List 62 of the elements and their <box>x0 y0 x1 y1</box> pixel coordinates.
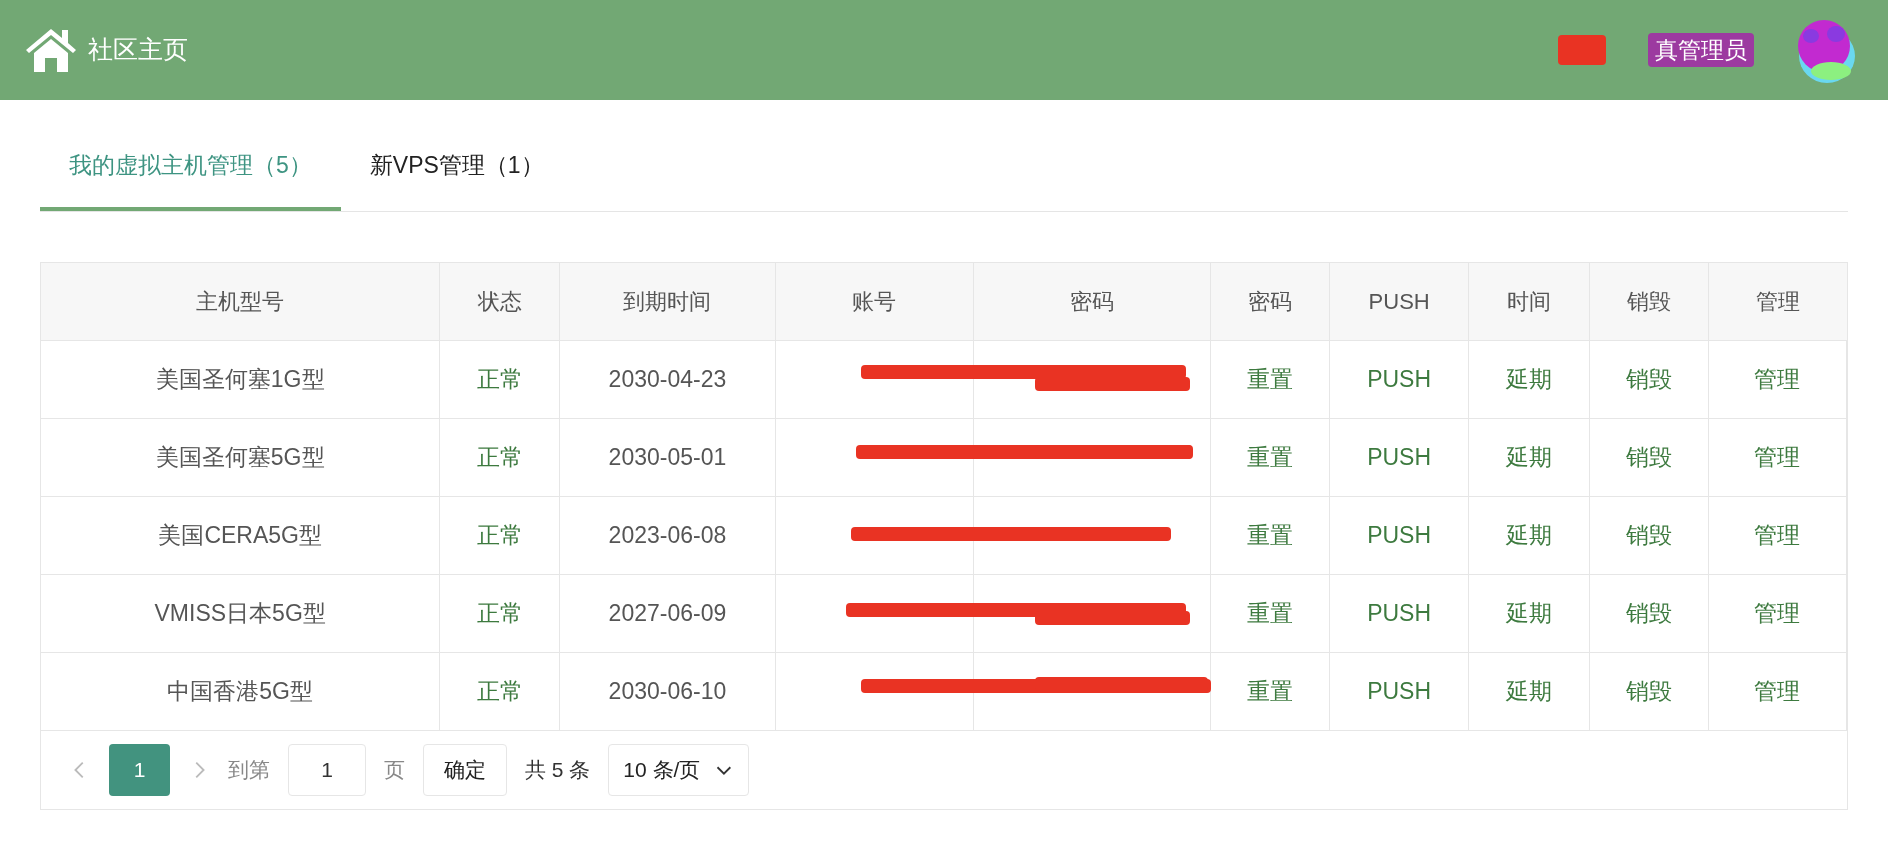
page-size-select[interactable]: 10 条/页 <box>608 744 750 796</box>
table-cell: 2023-06-08 <box>559 497 777 574</box>
table-cell: 2030-05-01 <box>559 419 777 496</box>
confirm-button[interactable]: 确定 <box>423 744 507 796</box>
action-link[interactable]: 管理 <box>1754 518 1801 553</box>
action-link[interactable]: PUSH <box>1367 596 1432 631</box>
status-text: 正常 <box>440 653 560 730</box>
table-cell: 2030-06-10 <box>559 653 777 730</box>
table-cell: 2030-04-23 <box>559 341 777 418</box>
table-cell: 美国圣何塞1G型 <box>41 341 441 418</box>
column-header: 账号 <box>776 263 974 340</box>
column-header: 状态 <box>440 263 560 340</box>
column-header: 时间 <box>1469 263 1590 340</box>
site-title[interactable]: 社区主页 <box>88 31 188 69</box>
status-text: 正常 <box>440 575 560 652</box>
total-count: 共 5 条 <box>525 757 591 784</box>
action-link[interactable]: 重置 <box>1246 674 1293 709</box>
action-link[interactable]: PUSH <box>1367 440 1432 475</box>
action-link[interactable]: 管理 <box>1754 674 1801 709</box>
action-link[interactable]: 管理 <box>1754 440 1801 475</box>
action-link[interactable]: 重置 <box>1246 518 1293 553</box>
column-header: 主机型号 <box>41 263 441 340</box>
action-link[interactable]: 延期 <box>1505 362 1552 397</box>
action-link[interactable]: 延期 <box>1505 674 1552 709</box>
action-link[interactable]: 管理 <box>1754 362 1801 397</box>
status-text: 正常 <box>440 419 560 496</box>
goto-label: 到第 <box>228 757 270 784</box>
action-link[interactable]: PUSH <box>1367 518 1432 553</box>
table-cell: 2027-06-09 <box>559 575 777 652</box>
role-badge: 真管理员 <box>1648 32 1754 68</box>
action-link[interactable]: 销毁 <box>1625 362 1672 397</box>
page-input[interactable]: 1 <box>288 744 366 796</box>
column-header: 到期时间 <box>559 263 777 340</box>
action-link[interactable]: 管理 <box>1754 596 1801 631</box>
tab[interactable]: 我的虚拟主机管理（5） <box>40 124 341 211</box>
action-link[interactable]: PUSH <box>1367 674 1432 709</box>
status-text: 正常 <box>440 341 560 418</box>
column-header: 密码 <box>1210 263 1331 340</box>
action-link[interactable]: 销毁 <box>1625 674 1672 709</box>
page-unit-label: 页 <box>384 757 405 784</box>
column-header: 密码 <box>973 263 1211 340</box>
column-header: PUSH <box>1330 263 1470 340</box>
action-link[interactable]: 延期 <box>1505 518 1552 553</box>
redaction-mark <box>1558 35 1606 65</box>
action-link[interactable]: 销毁 <box>1625 518 1672 553</box>
action-link[interactable]: 重置 <box>1246 362 1293 397</box>
tab[interactable]: 新VPS管理（1） <box>340 124 573 211</box>
column-header: 管理 <box>1755 288 1801 316</box>
table-cell: 美国圣何塞5G型 <box>41 419 441 496</box>
action-link[interactable]: 延期 <box>1505 440 1552 475</box>
action-link[interactable]: 重置 <box>1246 596 1293 631</box>
action-link[interactable]: 延期 <box>1505 596 1552 631</box>
action-link[interactable]: 销毁 <box>1625 440 1672 475</box>
table-cell: VMISS日本5G型 <box>41 575 441 652</box>
page-button[interactable]: 1 <box>109 744 170 796</box>
action-link[interactable]: 销毁 <box>1625 596 1672 631</box>
column-header: 销毁 <box>1589 263 1709 340</box>
table-cell: 中国香港5G型 <box>41 653 441 730</box>
status-text: 正常 <box>440 497 560 574</box>
action-link[interactable]: 重置 <box>1246 440 1293 475</box>
action-link[interactable]: PUSH <box>1367 362 1432 397</box>
table-cell: 美国CERA5G型 <box>41 497 441 574</box>
